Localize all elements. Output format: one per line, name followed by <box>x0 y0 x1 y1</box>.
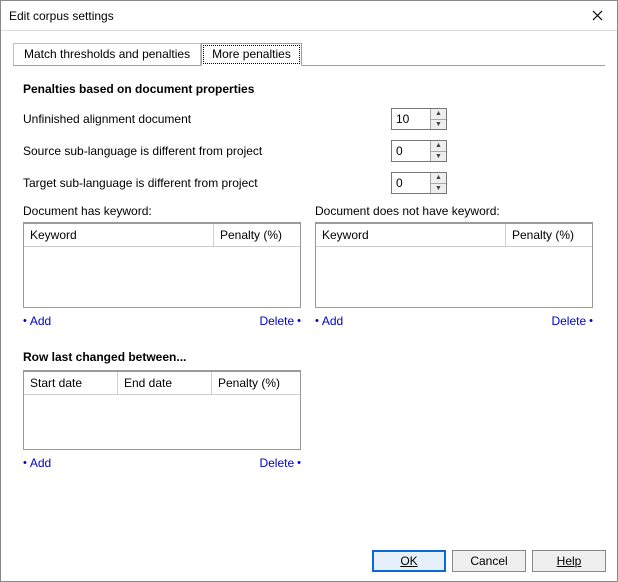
not-have-keyword-title: Document does not have keyword: <box>315 204 593 218</box>
delete-row-link[interactable]: Delete • <box>259 456 301 470</box>
spinner-up-icon[interactable]: ▲ <box>431 109 446 120</box>
bullet-icon: • <box>297 458 301 469</box>
spinner-down-icon[interactable]: ▼ <box>431 120 446 130</box>
source-sublanguage-label: Source sub-language is different from pr… <box>23 144 391 158</box>
column-end-date: End date <box>118 372 212 394</box>
column-penalty: Penalty (%) <box>214 224 300 246</box>
bullet-icon: • <box>297 316 301 327</box>
column-keyword: Keyword <box>316 224 506 246</box>
spinner-down-icon[interactable]: ▼ <box>431 184 446 194</box>
column-penalty: Penalty (%) <box>212 372 300 394</box>
unfinished-alignment-spinner[interactable]: ▲ ▼ <box>391 108 447 130</box>
not-have-keyword-table[interactable]: Keyword Penalty (%) <box>315 222 593 308</box>
tab-strip: Match thresholds and penalties More pena… <box>13 41 605 66</box>
spinner-up-icon[interactable]: ▲ <box>431 141 446 152</box>
column-penalty: Penalty (%) <box>506 224 592 246</box>
tab-panel: Penalties based on document properties U… <box>13 65 605 478</box>
bullet-icon: • <box>315 316 319 327</box>
add-row-link[interactable]: • Add <box>23 456 51 470</box>
column-keyword: Keyword <box>24 224 214 246</box>
section-heading: Penalties based on document properties <box>23 82 595 96</box>
unfinished-alignment-label: Unfinished alignment document <box>23 112 391 126</box>
column-start-date: Start date <box>24 372 118 394</box>
delete-has-keyword-link[interactable]: Delete • <box>259 314 301 328</box>
bullet-icon: • <box>589 316 593 327</box>
target-sublanguage-label: Target sub-language is different from pr… <box>23 176 391 190</box>
window-title: Edit corpus settings <box>9 9 585 23</box>
tab-more-penalties[interactable]: More penalties <box>201 43 302 66</box>
target-sublanguage-spinner[interactable]: ▲ ▼ <box>391 172 447 194</box>
has-keyword-table[interactable]: Keyword Penalty (%) <box>23 222 301 308</box>
row-changed-heading: Row last changed between... <box>23 350 301 364</box>
add-has-keyword-link[interactable]: • Add <box>23 314 51 328</box>
titlebar: Edit corpus settings <box>1 1 617 31</box>
help-button[interactable]: Help <box>532 550 606 572</box>
close-icon[interactable] <box>585 4 609 28</box>
unfinished-alignment-input[interactable] <box>392 109 430 129</box>
tab-match-thresholds[interactable]: Match thresholds and penalties <box>13 43 201 66</box>
add-not-keyword-link[interactable]: • Add <box>315 314 343 328</box>
row-changed-table[interactable]: Start date End date Penalty (%) <box>23 370 301 450</box>
dialog-buttons: OK Cancel Help <box>372 550 606 572</box>
ok-button[interactable]: OK <box>372 550 446 572</box>
bullet-icon: • <box>23 316 27 327</box>
delete-not-keyword-link[interactable]: Delete • <box>551 314 593 328</box>
spinner-up-icon[interactable]: ▲ <box>431 173 446 184</box>
source-sublanguage-spinner[interactable]: ▲ ▼ <box>391 140 447 162</box>
has-keyword-title: Document has keyword: <box>23 204 301 218</box>
source-sublanguage-input[interactable] <box>392 141 430 161</box>
target-sublanguage-input[interactable] <box>392 173 430 193</box>
bullet-icon: • <box>23 458 27 469</box>
spinner-down-icon[interactable]: ▼ <box>431 152 446 162</box>
cancel-button[interactable]: Cancel <box>452 550 526 572</box>
